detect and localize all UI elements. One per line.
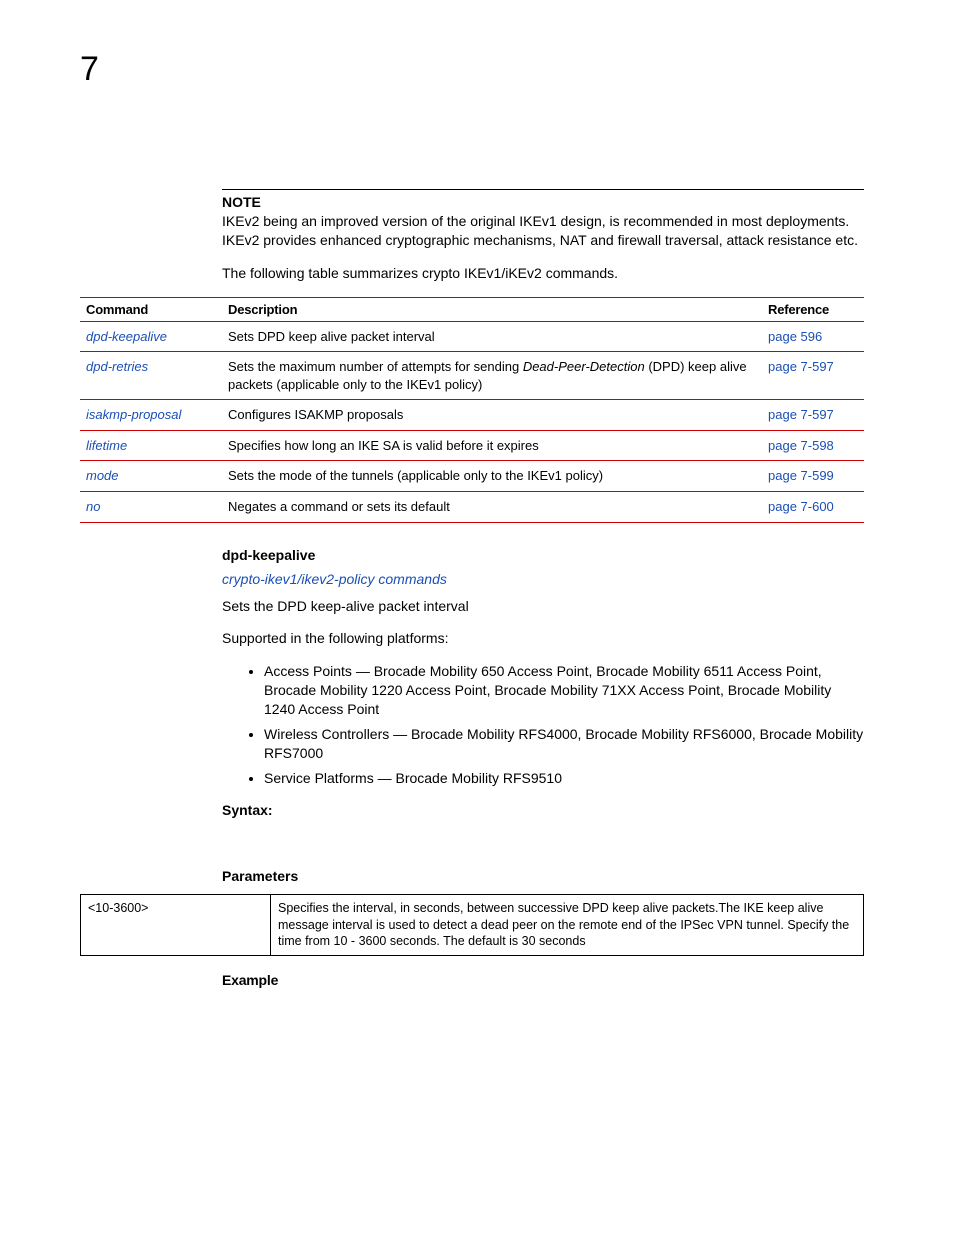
ref-link[interactable]: page 596 (768, 329, 822, 344)
table-row: <10-3600> Specifies the interval, in sec… (81, 894, 864, 956)
parameters-table: <10-3600> Specifies the interval, in sec… (80, 894, 864, 957)
cmd-link[interactable]: dpd-keepalive (86, 329, 167, 344)
cmd-desc: Specifies how long an IKE SA is valid be… (222, 430, 762, 461)
ref-link[interactable]: page 7-598 (768, 438, 834, 453)
cmd-desc: Sets DPD keep alive packet interval (222, 321, 762, 352)
syntax-heading: Syntax: (222, 802, 864, 818)
table-row: dpd-retries Sets the maximum number of a… (80, 352, 864, 400)
ref-link[interactable]: page 7-597 (768, 407, 834, 422)
section-sublink[interactable]: crypto-ikev1/ikev2-policy commands (222, 571, 864, 587)
table-row: mode Sets the mode of the tunnels (appli… (80, 461, 864, 492)
note-label: NOTE (222, 194, 864, 210)
cmd-link[interactable]: mode (86, 468, 119, 483)
list-item: Wireless Controllers — Brocade Mobility … (264, 725, 864, 763)
ref-link[interactable]: page 7-597 (768, 359, 834, 374)
th-command: Command (80, 297, 222, 321)
command-table: Command Description Reference dpd-keepal… (80, 297, 864, 523)
note-text: IKEv2 being an improved version of the o… (222, 212, 864, 250)
chapter-number: 7 (80, 50, 864, 89)
example-heading: Example (222, 972, 864, 988)
cmd-desc: Sets the mode of the tunnels (applicable… (222, 461, 762, 492)
ref-link[interactable]: page 7-600 (768, 499, 834, 514)
cmd-desc: Configures ISAKMP proposals (222, 400, 762, 431)
param-name: <10-3600> (81, 894, 271, 956)
table-row: isakmp-proposal Configures ISAKMP propos… (80, 400, 864, 431)
section-desc1: Sets the DPD keep-alive packet interval (222, 597, 864, 616)
cmd-desc: Negates a command or sets its default (222, 491, 762, 522)
ref-link[interactable]: page 7-599 (768, 468, 834, 483)
cmd-link[interactable]: isakmp-proposal (86, 407, 181, 422)
table-row: no Negates a command or sets its default… (80, 491, 864, 522)
table-row: dpd-keepalive Sets DPD keep alive packet… (80, 321, 864, 352)
cmd-link[interactable]: dpd-retries (86, 359, 148, 374)
table-row: lifetime Specifies how long an IKE SA is… (80, 430, 864, 461)
parameters-heading: Parameters (222, 868, 864, 884)
intro-text: The following table summarizes crypto IK… (222, 264, 864, 283)
list-item: Access Points — Brocade Mobility 650 Acc… (264, 662, 864, 719)
th-reference: Reference (762, 297, 864, 321)
th-description: Description (222, 297, 762, 321)
param-desc: Specifies the interval, in seconds, betw… (271, 894, 864, 956)
cmd-desc: Sets the maximum number of attempts for … (222, 352, 762, 400)
cmd-link[interactable]: no (86, 499, 100, 514)
cmd-link[interactable]: lifetime (86, 438, 127, 453)
platform-list: Access Points — Brocade Mobility 650 Acc… (264, 662, 864, 787)
note-rule (222, 189, 864, 190)
list-item: Service Platforms — Brocade Mobility RFS… (264, 769, 864, 788)
section-heading: dpd-keepalive (222, 547, 864, 563)
section-desc2: Supported in the following platforms: (222, 629, 864, 648)
